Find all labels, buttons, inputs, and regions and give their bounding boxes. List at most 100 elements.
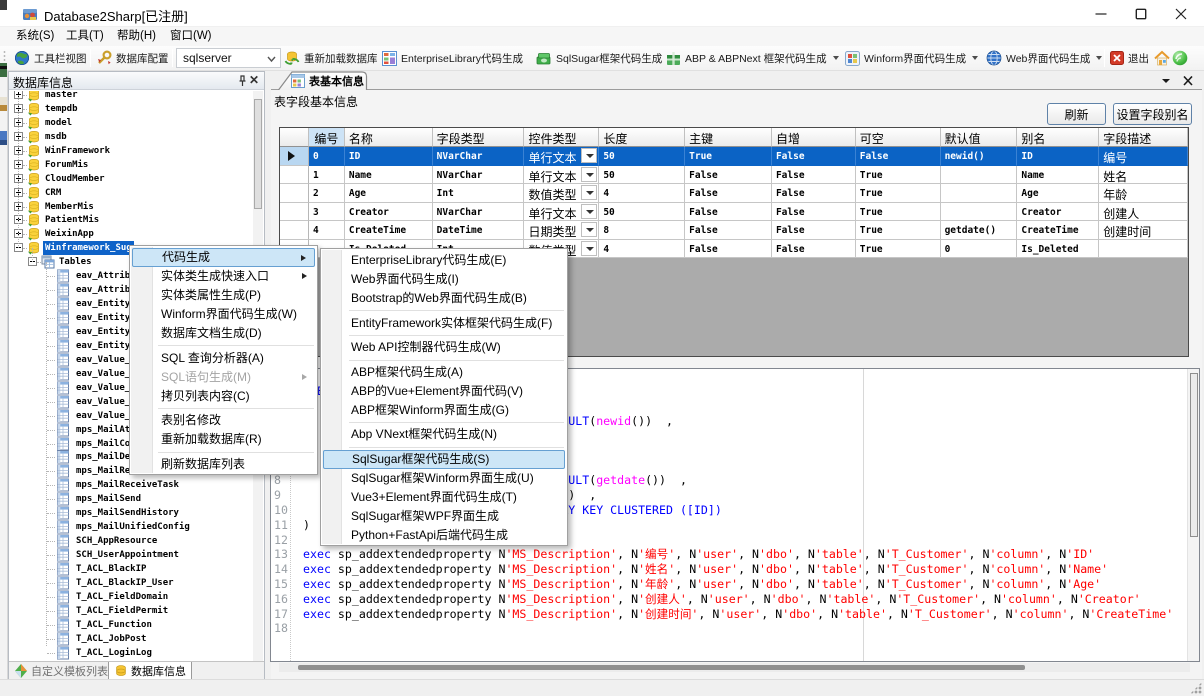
context-menu-item-4[interactable]: Winform界面代码生成(W) <box>132 305 315 324</box>
grid-cell[interactable]: NVarChar <box>433 147 525 166</box>
grid-row-selector[interactable] <box>280 203 309 222</box>
toolbar-home-button[interactable] <box>1154 46 1170 70</box>
grid-cell[interactable]: True <box>856 221 941 240</box>
set-field-alias-button[interactable]: 设置字段别名 <box>1113 103 1192 125</box>
grid-cell[interactable]: 0 <box>941 240 1018 259</box>
grid-cell[interactable]: newid() <box>941 147 1018 166</box>
grid-cell[interactable]: Name <box>345 166 433 185</box>
grid-cell[interactable]: 数值类型 <box>524 184 599 203</box>
context-menu-item-9[interactable]: 表别名修改 <box>132 411 315 430</box>
grid-cell[interactable]: 日期类型 <box>524 221 599 240</box>
grid-cell[interactable]: Is_Deleted <box>1017 240 1099 259</box>
menubar-item-4[interactable]: 窗口(W) <box>170 27 212 46</box>
tab-table-basic-info-inner[interactable]: 表基本信息 <box>291 73 364 89</box>
grid-cell[interactable]: NVarChar <box>433 203 525 222</box>
tab-custom-templates[interactable]: 自定义模板列表 <box>9 662 113 680</box>
grid-header-11[interactable]: 字段描述 <box>1099 128 1188 147</box>
toolbar-feed-button[interactable] <box>1172 46 1188 70</box>
grid-cell[interactable]: ID <box>345 147 433 166</box>
submenu-item-2[interactable]: Web界面代码生成(I) <box>323 270 565 289</box>
submenu-item-8[interactable]: ABP框架Winform界面生成(G) <box>323 401 565 420</box>
tree-item[interactable]: MemberMis <box>9 200 259 214</box>
grid-cell[interactable]: False <box>772 221 856 240</box>
tree-item[interactable]: CRM <box>9 186 259 200</box>
grid-row-selector[interactable] <box>280 221 309 240</box>
context-menu-item-8[interactable]: 拷贝列表内容(C) <box>132 387 315 406</box>
submenu-item-12[interactable]: Vue3+Element界面代码生成(T) <box>323 488 565 507</box>
sql-horizontal-scrollbar[interactable] <box>279 663 1190 672</box>
toolbar-sqlsugar-button[interactable]: SqlSugar框架代码生成 <box>536 46 662 70</box>
submenu-item-6[interactable]: ABP框架代码生成(A) <box>323 363 565 382</box>
sql-hscroll-thumb[interactable] <box>298 665 1025 670</box>
toolbar-winform-button[interactable]: Winform界面代码生成 <box>845 46 978 70</box>
grid-cell[interactable]: False <box>685 184 772 203</box>
grid-row-selector[interactable] <box>280 166 309 185</box>
grid-row-4[interactable]: 4CreateTimeDateTime日期类型8FalseFalseTruege… <box>280 221 1188 240</box>
grid-cell[interactable]: False <box>685 221 772 240</box>
grid-cell[interactable]: 0 <box>309 147 345 166</box>
maximize-button[interactable] <box>1119 0 1163 27</box>
grid-header-6[interactable]: 主键 <box>685 128 772 147</box>
grid-cell[interactable]: 创建人 <box>1099 203 1188 222</box>
grid-cell[interactable]: DateTime <box>433 221 525 240</box>
grid-cell[interactable]: True <box>856 240 941 259</box>
tree-item[interactable]: T_ACL_LoginLog <box>9 646 259 660</box>
grid-cell[interactable]: 4 <box>309 221 345 240</box>
grid-cell[interactable]: 4 <box>599 184 685 203</box>
menubar-item-1[interactable]: 系统(S) <box>16 27 54 46</box>
grid-cell[interactable]: 8 <box>599 221 685 240</box>
tree-item[interactable]: msdb <box>9 130 259 144</box>
tree-item[interactable]: PatientMis <box>9 213 259 227</box>
grid-cell[interactable]: True <box>856 184 941 203</box>
grid-cell[interactable]: CreateTime <box>1017 221 1099 240</box>
grid-cell[interactable]: 1 <box>309 166 345 185</box>
toolbar-config-button[interactable]: 数据库配置 <box>96 46 169 70</box>
grid-row-1[interactable]: 1NameNVarChar单行文本50FalseFalseTrueName姓名 <box>280 166 1188 185</box>
submenu-item-5[interactable]: Web API控制器代码生成(W) <box>323 338 565 357</box>
grid-cell[interactable]: 50 <box>599 203 685 222</box>
grid-cell[interactable]: False <box>772 203 856 222</box>
grid-cell[interactable]: False <box>685 166 772 185</box>
context-menu-item-3[interactable]: 实体类属性生成(P) <box>132 286 315 305</box>
resize-grip[interactable] <box>1190 682 1202 694</box>
grid-cell[interactable]: getdate() <box>941 221 1018 240</box>
grid-header-8[interactable]: 可空 <box>856 128 941 147</box>
tree-item[interactable]: master <box>9 91 259 102</box>
toolbar-exit-button[interactable]: 退出 <box>1110 46 1149 70</box>
pin-icon[interactable] <box>234 74 248 88</box>
cell-dropdown-icon[interactable] <box>581 148 597 163</box>
panel-close-icon[interactable]: ✕ <box>247 73 261 87</box>
grid-cell[interactable]: 3 <box>309 203 345 222</box>
grid-header-4[interactable]: 控件类型 <box>524 128 599 147</box>
tree-item[interactable]: CloudMember <box>9 172 259 186</box>
grid-cell[interactable]: 单行文本 <box>524 166 599 185</box>
context-menu-item-6[interactable]: SQL 查询分析器(A) <box>132 349 315 368</box>
refresh-button[interactable]: 刷新 <box>1047 103 1106 125</box>
grid-cell[interactable]: Name <box>1017 166 1099 185</box>
cell-dropdown-icon[interactable] <box>581 167 597 182</box>
grid-cell[interactable]: 单行文本 <box>524 203 599 222</box>
grid-cell[interactable]: False <box>772 147 856 166</box>
grid-header-10[interactable]: 别名 <box>1017 128 1099 147</box>
grid-cell[interactable]: 50 <box>599 147 685 166</box>
grid-cell[interactable]: 创建时间 <box>1099 221 1188 240</box>
tree-scrollbar-thumb[interactable] <box>254 99 262 209</box>
grid-cell[interactable]: 姓名 <box>1099 166 1188 185</box>
tab-close-icon[interactable] <box>1182 76 1194 86</box>
submenu-item-10[interactable]: SqlSugar框架代码生成(S) <box>323 450 565 469</box>
minimize-button[interactable] <box>1079 0 1123 27</box>
tree-item[interactable]: ForumMis <box>9 158 259 172</box>
menubar-item-2[interactable]: 工具(T) <box>66 27 104 46</box>
grid-header-1[interactable]: 编号 <box>309 128 345 147</box>
grid-cell[interactable]: 单行文本 <box>524 147 599 166</box>
toolbar-web-button[interactable]: Web界面代码生成 <box>986 46 1102 70</box>
context-menu-item-5[interactable]: 数据库文档生成(D) <box>132 324 315 343</box>
grid-header-7[interactable]: 自增 <box>772 128 856 147</box>
context-menu-item-10[interactable]: 重新加载数据库(R) <box>132 430 315 449</box>
submenu-item-11[interactable]: SqlSugar框架Winform界面生成(U) <box>323 469 565 488</box>
grid-cell[interactable]: Age <box>1017 184 1099 203</box>
tree-item[interactable]: WinFramework <box>9 144 259 158</box>
toolbar-abp-button[interactable]: ABP & ABPNext 框架代码生成 <box>666 46 839 70</box>
submenu-item-13[interactable]: SqlSugar框架WPF界面生成 <box>323 507 565 526</box>
sql-vscroll-thumb[interactable] <box>1190 373 1198 537</box>
